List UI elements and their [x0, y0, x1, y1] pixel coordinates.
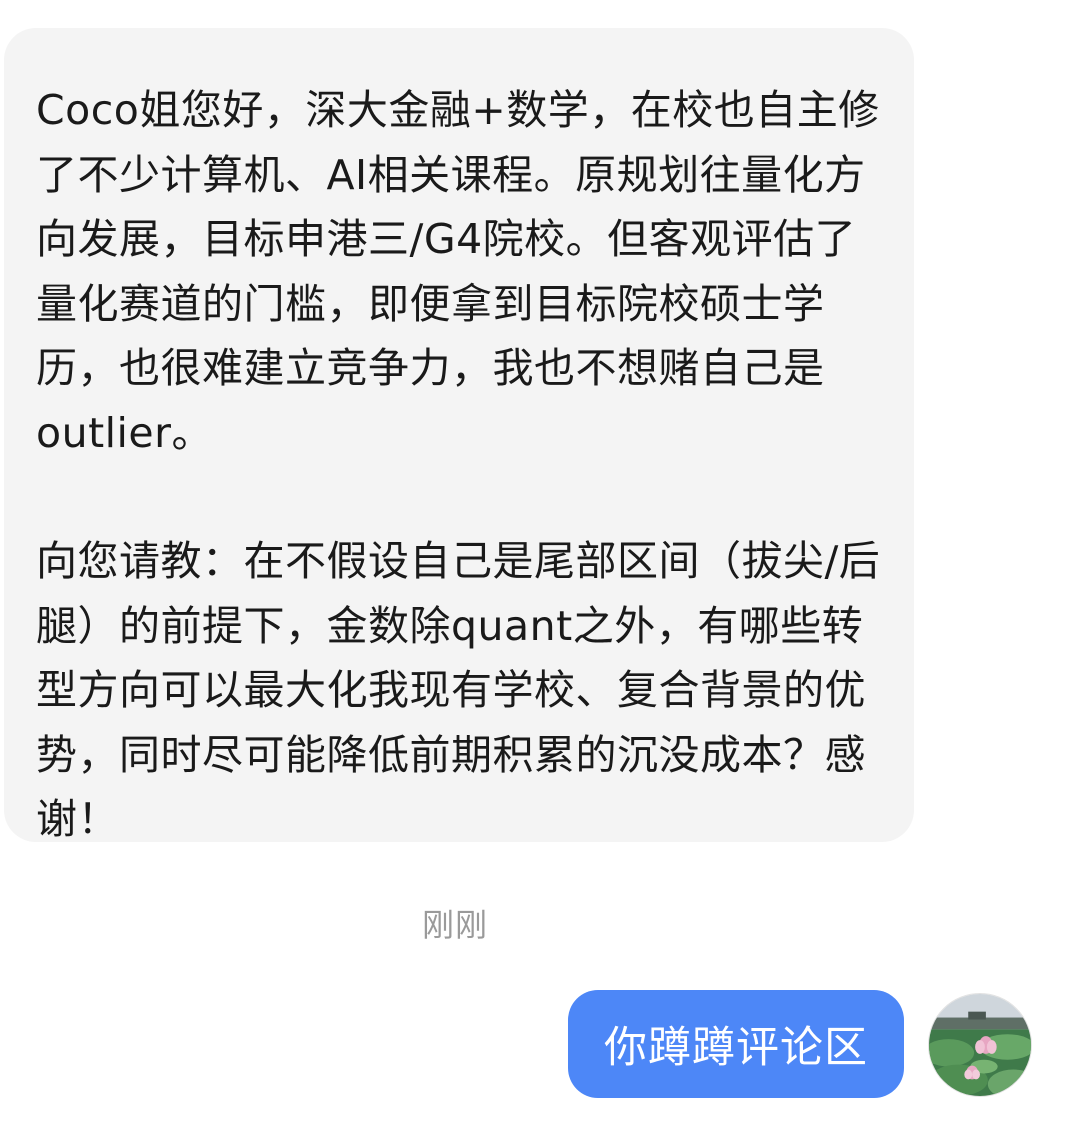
- incoming-message-paragraph-2: 向您请教：在不假设自己是尾部区间（拔尖/后腿）的前提下，金数除quant之外，有…: [36, 537, 881, 843]
- message-timestamp: 刚刚: [421, 906, 488, 944]
- incoming-message-bubble[interactable]: Coco姐您好，深大金融+数学，在校也自主修了不少计算机、AI相关课程。原规划往…: [4, 28, 914, 843]
- outgoing-message-bubble[interactable]: 你蹲蹲评论区: [568, 990, 904, 1098]
- user-avatar[interactable]: [928, 993, 1032, 1097]
- outgoing-message-text: 你蹲蹲评论区: [604, 1023, 868, 1073]
- lotus-avatar-icon: [929, 994, 1031, 1096]
- incoming-message-paragraph-1: Coco姐您好，深大金融+数学，在校也自主修了不少计算机、AI相关课程。原规划往…: [36, 86, 880, 457]
